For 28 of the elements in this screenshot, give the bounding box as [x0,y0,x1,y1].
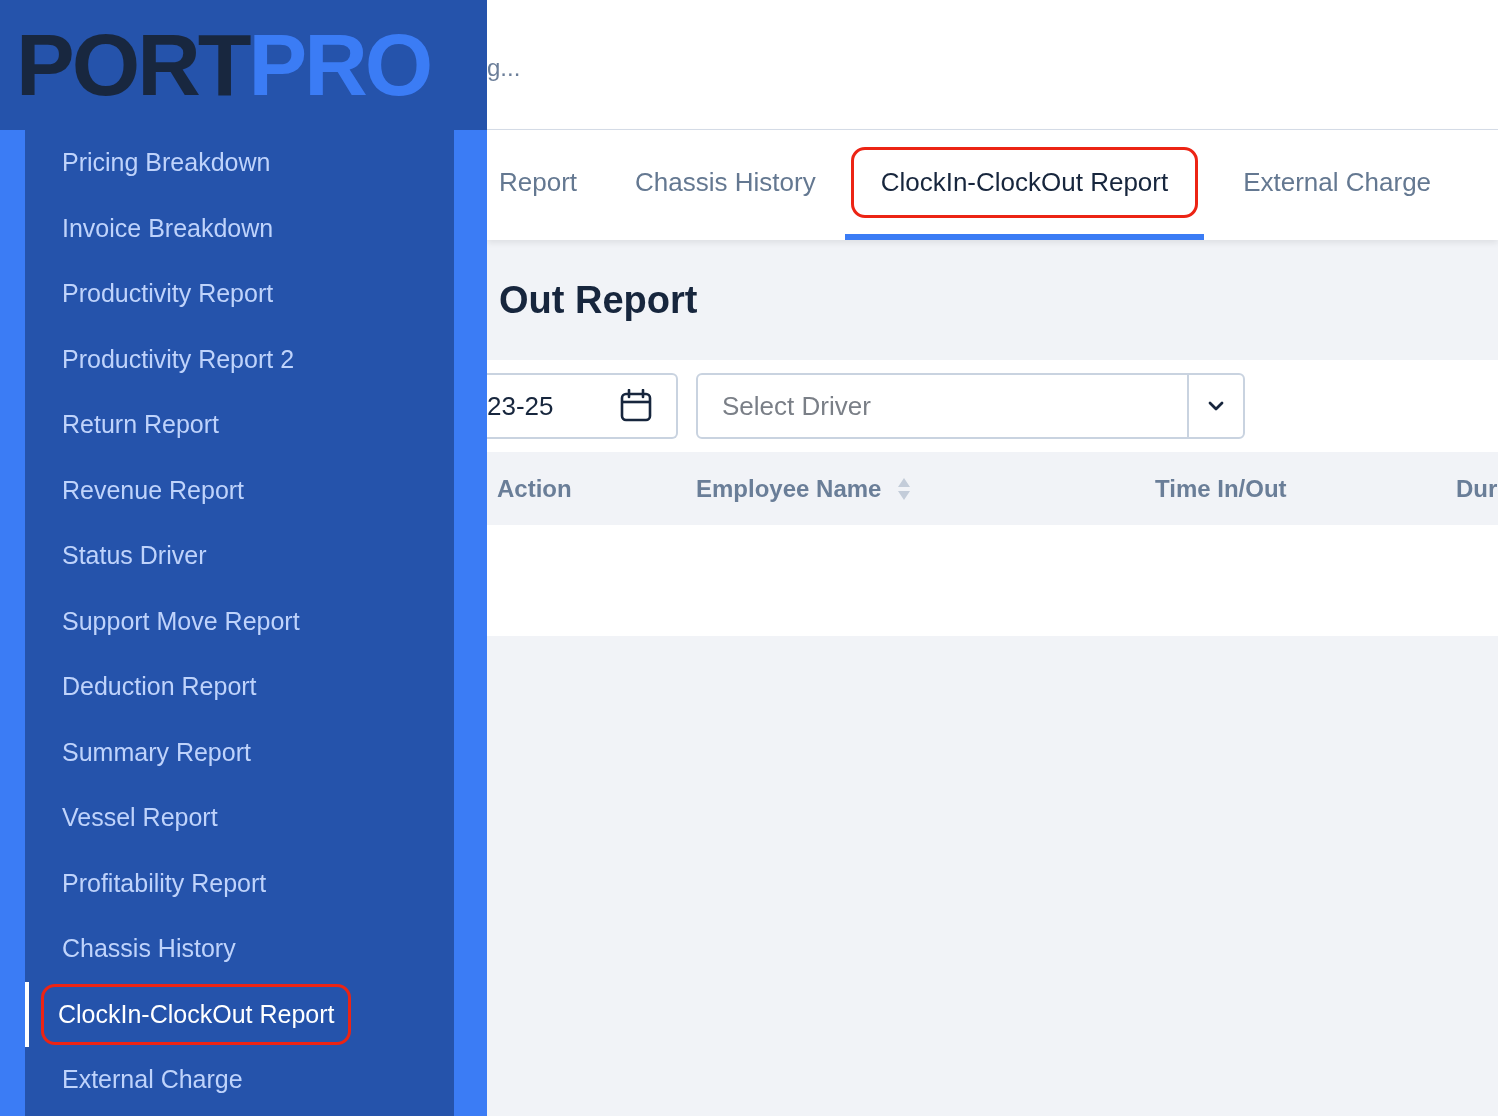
menu-item[interactable]: Chassis History [25,916,454,982]
menu-item[interactable]: Summary Report [25,719,454,785]
driver-select[interactable]: Select Driver [696,373,1245,439]
column-header[interactable]: Dur [1456,474,1498,503]
menu-item[interactable]: Deduction Report [25,654,454,720]
menu-item[interactable]: Productivity Report [25,261,454,327]
menu-item[interactable]: Invoice Breakdown [25,195,454,261]
loading-text: g... [487,53,521,82]
logo: PORTPRO [16,21,431,109]
chevron-down-icon [1207,400,1225,412]
menu-item[interactable]: External Charge [25,1047,454,1113]
tab[interactable]: Report [487,130,601,240]
calendar-icon [620,389,652,423]
column-header[interactable]: Time In/Out [1155,474,1287,503]
menu-item[interactable]: Profitability Report [25,850,454,916]
column-header[interactable]: Action [497,474,572,503]
menu-item[interactable]: Status Driver [25,523,454,589]
tab[interactable]: Chassis History [612,130,839,240]
tab[interactable]: External Charge [1220,130,1455,240]
page-title: Out Report [499,278,698,322]
menu-item[interactable]: Vessel Report [25,785,454,851]
menu-item[interactable]: Productivity Report 2 [25,326,454,392]
menu-item[interactable]: Support Move Report [25,588,454,654]
column-header[interactable]: Employee Name [696,474,882,503]
sort-icon[interactable] [897,476,912,501]
menu-item[interactable]: Return Report [25,392,454,458]
menu-item[interactable]: Pricing Breakdown [25,130,454,196]
menu-item[interactable]: Revenue Report [25,457,454,523]
